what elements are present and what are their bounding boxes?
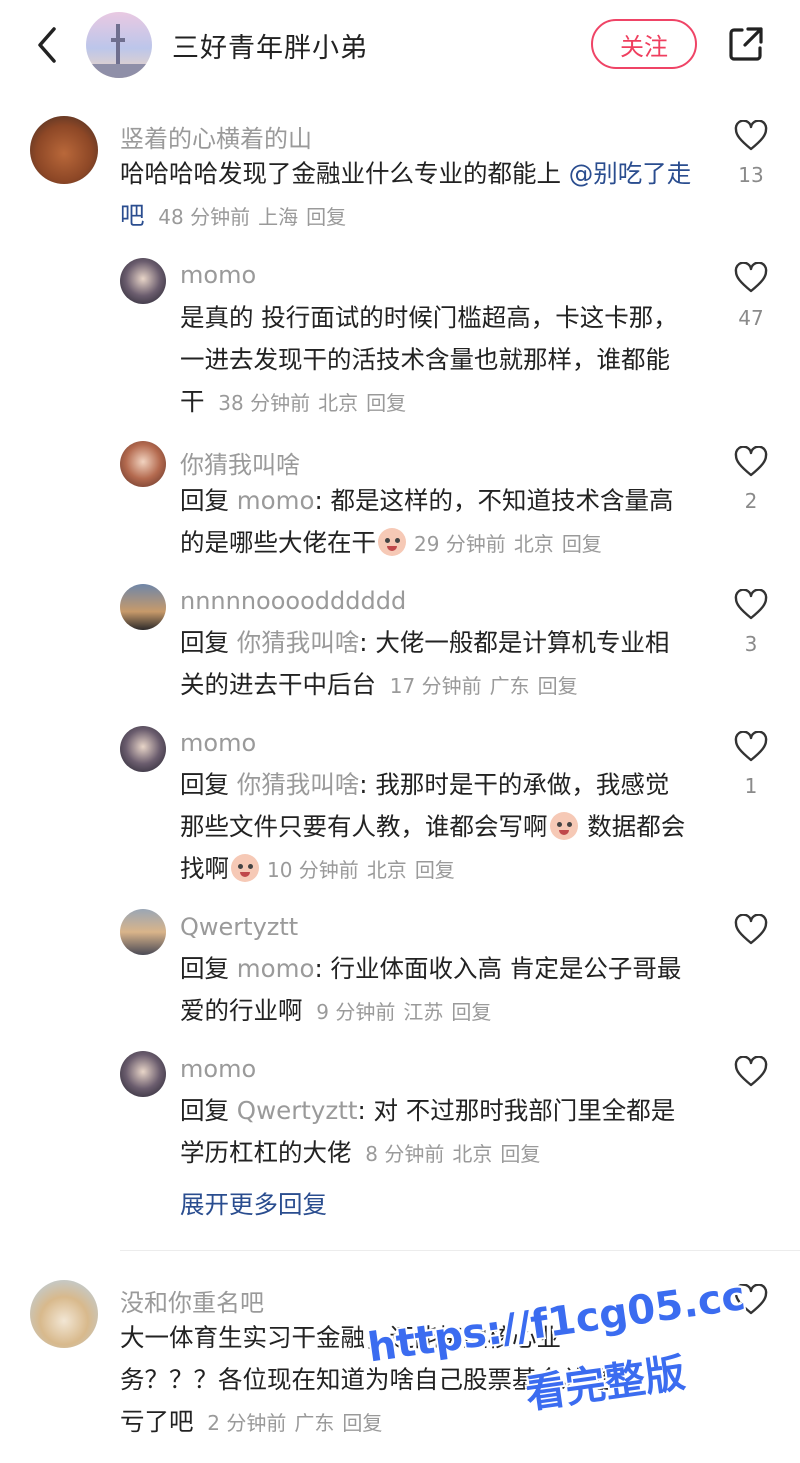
comment-meta: 48 分钟前 上海 回复	[158, 205, 354, 229]
heart-icon	[734, 731, 768, 762]
like-count: 47	[738, 306, 764, 330]
reply-location: 北京	[366, 858, 407, 882]
author-name[interactable]: 三好青年胖小弟	[172, 26, 368, 65]
reply-button[interactable]: 回复	[562, 532, 602, 556]
like-count: 3	[744, 632, 758, 656]
like-button[interactable]	[731, 731, 771, 763]
avatar[interactable]	[120, 726, 166, 772]
reply-button[interactable]: 回复	[500, 1142, 540, 1166]
reply-text: 是真的 投行面试的时候门槛超高，卡这卡那，一进去发现干的活技术含量也就那样，谁都…	[180, 297, 690, 424]
author-avatar[interactable]	[86, 12, 152, 78]
heart-icon	[734, 120, 768, 151]
divider	[120, 1250, 800, 1251]
reply-prefix: 回复	[180, 770, 229, 799]
reply-text: 回复 momo: 都是这样的，不知道技术含量高的是哪些大佬在干 29 分钟前 北京回…	[180, 480, 690, 565]
reply-author[interactable]: Qwertyztt	[180, 913, 298, 941]
share-icon[interactable]	[726, 24, 766, 64]
avatar[interactable]	[120, 909, 166, 955]
reply-author[interactable]: 你猜我叫啥	[180, 445, 300, 480]
top-bar: 三好青年胖小弟 关注	[0, 0, 800, 92]
like-count: 13	[738, 163, 764, 187]
sweat-emoji-icon	[549, 812, 578, 840]
reply-prefix: 回复	[180, 954, 229, 983]
reply-target[interactable]: 你猜我叫啥	[237, 770, 360, 799]
comment-author[interactable]: 没和你重名吧	[120, 1283, 264, 1318]
like-count: 2	[744, 489, 758, 513]
comment-location: 广东	[294, 1411, 335, 1435]
reply-meta: 38 分钟前 北京 回复	[218, 391, 414, 415]
heart-icon	[734, 446, 768, 477]
heart-icon	[734, 262, 768, 293]
avatar[interactable]	[30, 1280, 98, 1348]
reply-button[interactable]: 回复	[306, 205, 346, 229]
reply-location: 江苏	[403, 1000, 444, 1024]
comment-time: 2 分钟前	[207, 1411, 287, 1435]
follow-button[interactable]: 关注	[591, 19, 697, 69]
heart-icon	[734, 589, 768, 620]
like-button[interactable]	[731, 120, 771, 152]
heart-icon	[734, 914, 768, 945]
reply-target[interactable]: 你猜我叫啥	[237, 628, 360, 657]
reply-text: 回复 你猜我叫啥: 大佬一般都是计算机专业相关的进去干中后台 17 分钟前 广东回…	[180, 622, 690, 707]
like-count: 1	[744, 774, 758, 798]
reply-author[interactable]: nnnnnoooodddddd	[180, 587, 406, 615]
back-arrow-icon[interactable]	[30, 24, 66, 66]
sweat-emoji-icon	[231, 854, 259, 882]
reply-prefix: 回复	[180, 628, 229, 657]
like-button[interactable]	[731, 914, 771, 946]
reply-button[interactable]: 回复	[451, 1000, 491, 1024]
reply-button[interactable]: 回复	[342, 1411, 382, 1435]
like-button[interactable]	[731, 1056, 771, 1088]
avatar[interactable]	[120, 1051, 166, 1097]
comment-time: 48 分钟前	[158, 205, 251, 229]
heart-icon	[734, 1056, 768, 1087]
like-button[interactable]	[731, 589, 771, 621]
comment-location: 上海	[258, 205, 299, 229]
reply-prefix: 回复	[180, 486, 229, 515]
comment-text: 哈哈哈哈发现了金融业什么专业的都能上 @别吃了走吧 48 分钟前 上海 回复	[120, 153, 705, 238]
crying-emoji-icon	[378, 528, 406, 556]
reply-time: 10 分钟前	[267, 858, 359, 882]
reply-target[interactable]: momo	[237, 954, 315, 983]
reply-button[interactable]: 回复	[538, 674, 578, 698]
reply-text: 回复 momo: 行业体面收入高 肯定是公子哥最爱的行业啊 9 分钟前 江苏 回复	[180, 948, 690, 1033]
avatar[interactable]	[30, 116, 98, 184]
city-graphic	[86, 64, 152, 78]
avatar[interactable]	[120, 258, 166, 304]
reply-meta: 29 分钟前 北京 回复	[414, 532, 610, 556]
reply-time: 29 分钟前	[414, 532, 506, 556]
comment-meta: 2 分钟前 广东 回复	[207, 1411, 390, 1435]
expand-more-replies-button[interactable]: 展开更多回复	[180, 1186, 327, 1221]
reply-time: 8 分钟前	[365, 1142, 445, 1166]
reply-location: 北京	[452, 1142, 493, 1166]
reply-location: 北京	[318, 391, 359, 415]
tower-graphic	[111, 24, 125, 64]
avatar[interactable]	[120, 441, 166, 487]
reply-target[interactable]: Qwertyztt	[237, 1096, 358, 1125]
watermark: https://f1cg05.cc 看完整版	[365, 1273, 748, 1418]
reply-meta: 17 分钟前 广东 回复	[390, 674, 586, 698]
reply-author[interactable]: momo	[180, 1055, 256, 1083]
reply-button[interactable]: 回复	[415, 858, 455, 882]
reply-author[interactable]: momo	[180, 729, 256, 757]
reply-text: 回复 你猜我叫啥: 我那时是干的承做，我感觉那些文件只要有人教，谁都会写啊 数据…	[180, 764, 690, 891]
reply-author[interactable]: momo	[180, 261, 256, 289]
reply-meta: 8 分钟前 北京 回复	[365, 1142, 548, 1166]
comment-author[interactable]: 竖着的心横着的山	[120, 119, 312, 154]
reply-text: 回复 Qwertyztt: 对 不过那时我部门里全都是学历杠杠的大佬 8 分钟前…	[180, 1090, 690, 1175]
like-button[interactable]	[731, 446, 771, 478]
reply-button[interactable]: 回复	[366, 391, 406, 415]
reply-time: 17 分钟前	[389, 674, 482, 698]
reply-time: 38 分钟前	[218, 391, 311, 415]
reply-location: 广东	[489, 674, 530, 698]
comment-body: 哈哈哈哈发现了金融业什么专业的都能上	[120, 159, 561, 188]
reply-meta: 10 分钟前 北京 回复	[267, 858, 463, 882]
reply-target[interactable]: momo	[237, 486, 315, 515]
reply-meta: 9 分钟前 江苏 回复	[316, 1000, 499, 1024]
reply-location: 北京	[513, 532, 554, 556]
reply-prefix: 回复	[180, 1096, 229, 1125]
like-button[interactable]	[731, 262, 771, 294]
avatar[interactable]	[120, 584, 166, 630]
reply-time: 9 分钟前	[316, 1000, 396, 1024]
